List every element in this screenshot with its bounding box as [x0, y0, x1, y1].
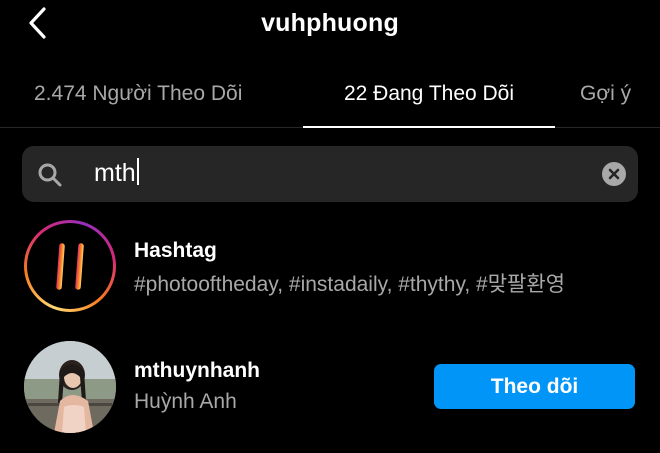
hashtag-title: Hashtag	[134, 239, 217, 262]
clear-icon	[608, 168, 620, 180]
follow-button[interactable]: Theo dõi	[434, 364, 635, 409]
hashtag-icon	[46, 243, 94, 290]
search-input[interactable]: mth	[94, 157, 139, 189]
username: mthuynhanh	[134, 359, 260, 382]
full-name: Huỳnh Anh	[134, 390, 237, 413]
tab-followers[interactable]: 2.474 Người Theo Dõi	[34, 70, 242, 128]
profile-photo	[24, 341, 116, 433]
tab-following[interactable]: 22 Đang Theo Dõi	[303, 70, 555, 128]
search-input-text: mth	[94, 159, 136, 187]
hashtag-avatar	[24, 220, 116, 312]
hashtag-result-row[interactable]: Hashtag #photooftheday, #instadaily, #th…	[0, 220, 660, 320]
top-bar: vuhphuong	[0, 0, 660, 50]
hashtag-list: #photooftheday, #instadaily, #thythy, #맞…	[134, 273, 566, 296]
tab-suggestions[interactable]: Gợi ý	[580, 70, 631, 128]
avatar[interactable]	[24, 341, 116, 433]
search-icon	[38, 163, 62, 187]
clear-search-button[interactable]	[602, 162, 626, 186]
profile-username-title: vuhphuong	[261, 9, 399, 37]
user-result-row[interactable]: mthuynhanh Huỳnh Anh Theo dõi	[0, 338, 660, 438]
search-bar[interactable]: mth	[22, 146, 638, 202]
follow-tabs: 2.474 Người Theo Dõi 22 Đang Theo Dõi Gợ…	[0, 70, 660, 128]
text-cursor	[136, 158, 139, 185]
